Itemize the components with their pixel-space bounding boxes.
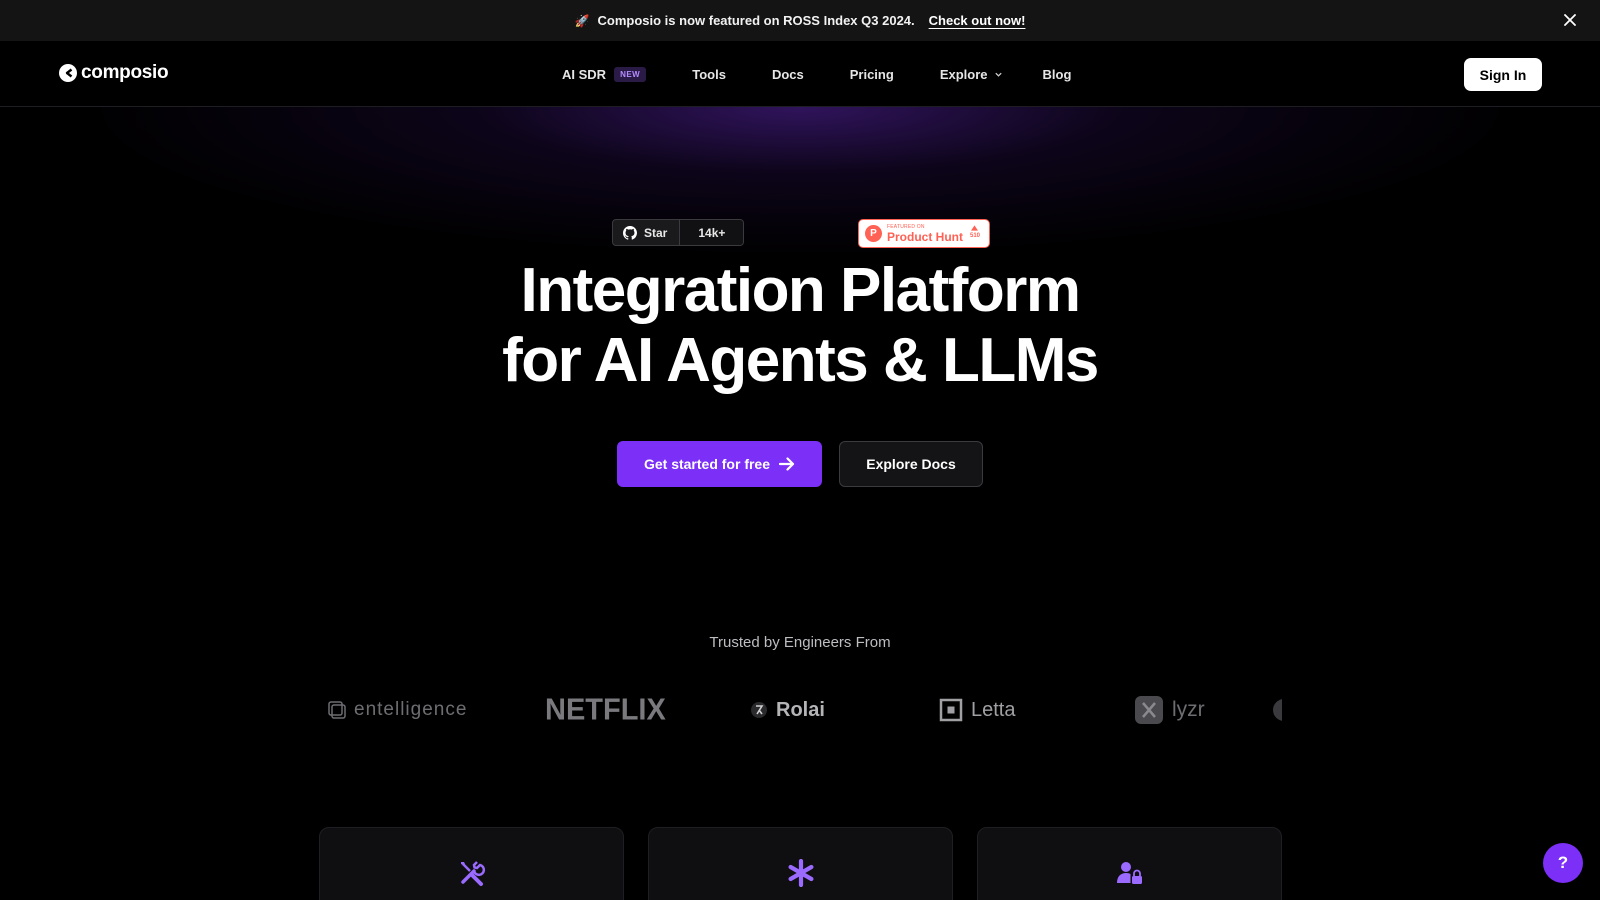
asterisk-icon	[788, 859, 813, 887]
chevron-down-icon	[994, 72, 1002, 77]
nav-item-label: AI SDR	[562, 66, 607, 82]
logo-text: Letta	[971, 698, 1016, 721]
letta-icon	[939, 698, 963, 722]
logo-text: lyzr	[1172, 698, 1205, 721]
explore-docs-button[interactable]: Explore Docs	[839, 441, 983, 487]
feature-card	[977, 827, 1282, 900]
nav-item-tools[interactable]: Tools	[692, 67, 726, 82]
ph-featured-label: FEATURED ON	[887, 223, 925, 230]
logo-netflix: NETFLIX	[545, 693, 666, 728]
nav-item-label: Docs	[771, 66, 804, 82]
nav-item-label: Tools	[692, 66, 726, 82]
product-hunt-badge[interactable]: P FEATURED ON Product Hunt 510	[858, 219, 990, 248]
rocket-icon: 🚀	[574, 13, 590, 28]
hero-glow	[0, 107, 1600, 257]
new-badge: NEW	[614, 66, 647, 82]
nav-item-pricing[interactable]: Pricing	[850, 67, 894, 82]
composio-logo-icon	[59, 64, 77, 82]
hero-headline-line-2: for AI Agents & LLMs	[502, 326, 1099, 395]
nav-item-label: Explore	[939, 66, 988, 82]
ph-vote-count: 510	[969, 233, 980, 239]
help-button[interactable]: ?	[1543, 843, 1583, 883]
nav-item-blog[interactable]: Blog	[1043, 67, 1072, 82]
nav-links: AI SDR NEW Tools Docs Pricing Explore Bl…	[562, 41, 1071, 107]
logo-text: NETFLIX	[545, 692, 666, 727]
announcement-text: Composio is now featured on ROSS Index Q…	[597, 13, 915, 28]
logo-partial	[1273, 699, 1282, 721]
star-label: Star	[644, 225, 668, 240]
get-started-button[interactable]: Get started for free	[617, 441, 822, 487]
logo-text: entelligence	[354, 699, 468, 720]
close-icon[interactable]	[1560, 10, 1580, 30]
nav-item-label: Pricing	[849, 66, 894, 82]
ph-name: Product Hunt	[887, 229, 963, 244]
github-star-button[interactable]: Star 14k+	[612, 219, 745, 246]
rolai-icon	[751, 702, 767, 718]
navbar: composio AI SDR NEW Tools Docs Pricing E…	[0, 41, 1600, 107]
arrow-right-icon	[779, 457, 795, 471]
nav-item-ai-sdr[interactable]: AI SDR NEW	[562, 66, 647, 82]
entelligence-icon	[328, 701, 346, 719]
hero-headline: Integration Platform for AI Agents & LLM…	[400, 256, 1200, 396]
logo-entelligence: entelligence	[328, 699, 467, 721]
brand-name: composio	[81, 62, 169, 83]
feature-card	[648, 827, 953, 900]
github-star-label: Star	[613, 220, 681, 245]
star-count: 14k+	[680, 220, 744, 245]
logo-letta: Letta	[939, 698, 1015, 722]
ph-votes: 510	[970, 225, 980, 239]
logo-lyzr: lyzr	[1134, 695, 1205, 725]
nav-item-explore[interactable]: Explore	[940, 67, 1003, 82]
lyzr-icon	[1135, 696, 1163, 724]
announcement-link[interactable]: Check out now!	[929, 13, 1026, 28]
logo-text: Rolai	[776, 698, 825, 721]
nav-item-label: Blog	[1042, 66, 1072, 82]
feature-card	[319, 827, 624, 900]
trusted-heading: Trusted by Engineers From	[709, 634, 891, 651]
product-hunt-icon: P	[865, 225, 882, 242]
announcement-bar: 🚀 Composio is now featured on ROSS Index…	[0, 0, 1600, 41]
hero-headline-line-1: Integration Platform	[520, 256, 1081, 325]
sign-in-button[interactable]: Sign In	[1464, 58, 1542, 91]
customer-logos: entelligence NETFLIX Rolai Letta lyzr	[318, 690, 1282, 730]
user-lock-icon	[1116, 862, 1142, 884]
get-started-label: Get started for free	[643, 456, 771, 472]
tools-icon	[460, 861, 485, 886]
brand-logo[interactable]: composio	[58, 62, 169, 84]
nav-item-docs[interactable]: Docs	[772, 67, 804, 82]
logo-rolai: Rolai	[750, 699, 825, 722]
upvote-icon	[971, 225, 979, 231]
github-icon	[623, 225, 637, 240]
